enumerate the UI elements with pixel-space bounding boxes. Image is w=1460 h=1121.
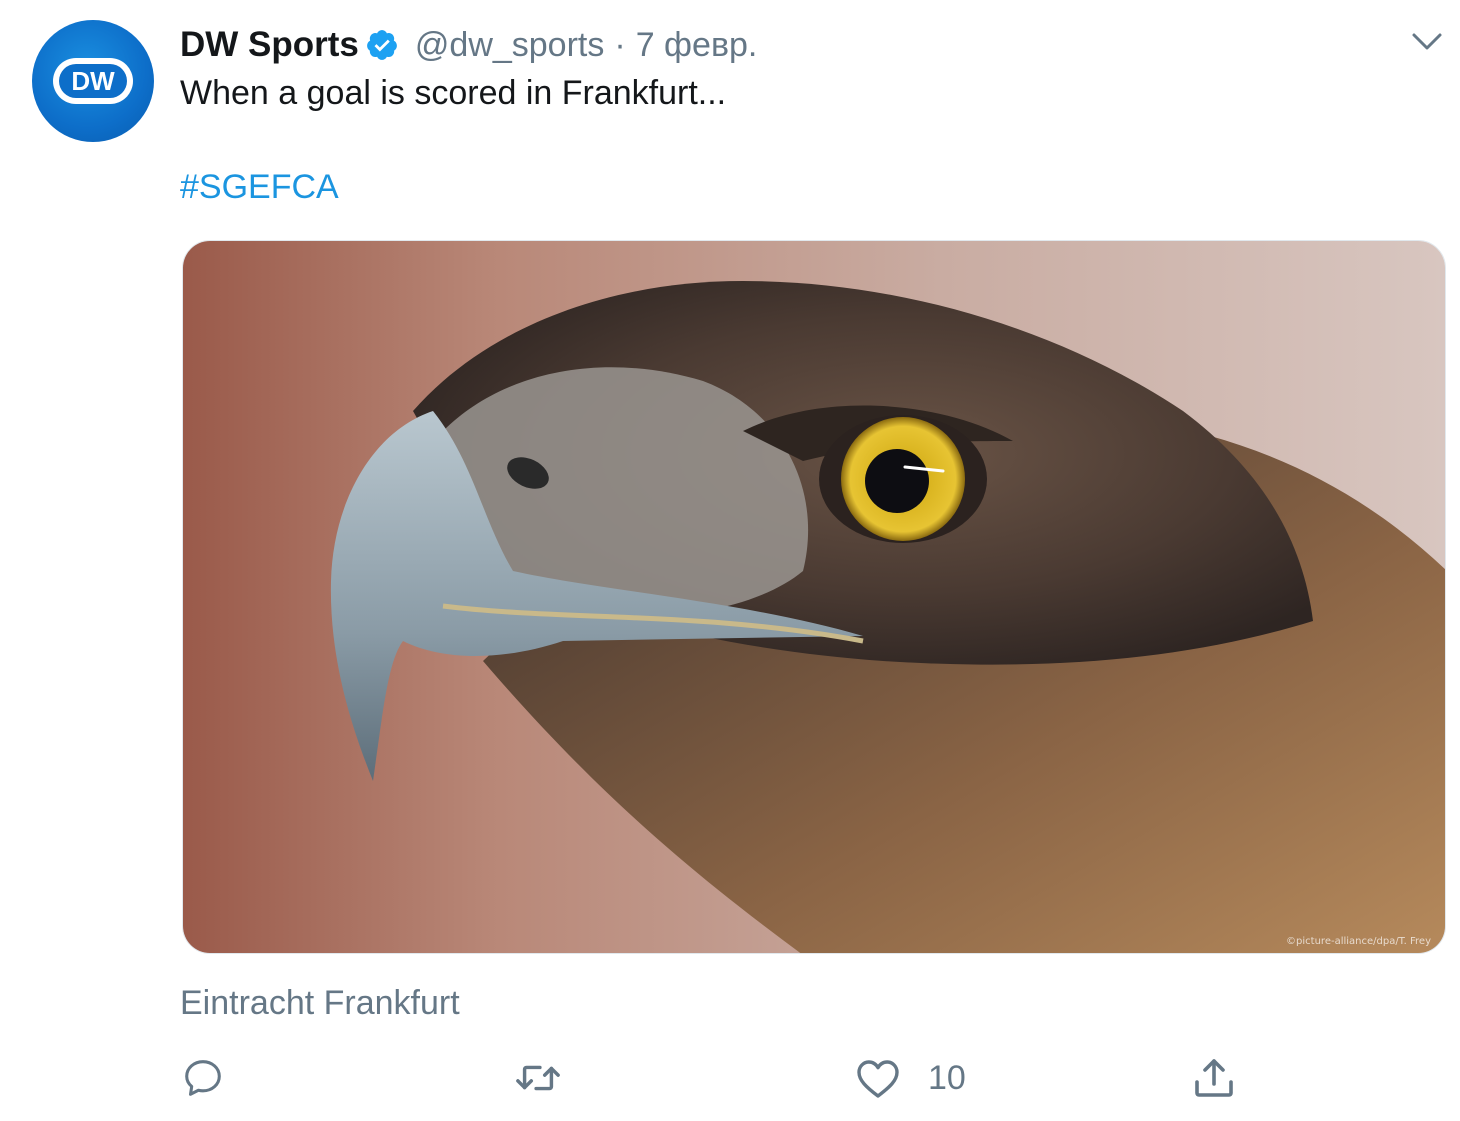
like-button[interactable]: 10	[854, 1050, 966, 1106]
hashtag-link[interactable]: #SGEFCA	[180, 168, 339, 207]
reply-button[interactable]	[180, 1050, 252, 1106]
avatar[interactable]: DW	[32, 20, 154, 142]
svg-text:DW: DW	[71, 66, 115, 96]
tweet-image[interactable]: ©picture-alliance/dpa/T. Frey	[182, 240, 1446, 954]
eagle-image	[183, 241, 1445, 953]
tweet-date[interactable]: 7 февр.	[636, 26, 758, 65]
dw-logo-icon: DW	[53, 58, 133, 104]
caret-down-icon[interactable]	[1402, 22, 1452, 62]
retweet-button[interactable]	[512, 1050, 590, 1106]
reply-icon	[185, 1060, 221, 1096]
display-name[interactable]: DW Sports	[180, 25, 359, 65]
photo-credit: ©picture-alliance/dpa/T. Frey	[1286, 936, 1431, 947]
handle[interactable]: @dw_sports	[415, 26, 604, 65]
topic-label[interactable]: Eintracht Frankfurt	[180, 984, 460, 1023]
retweet-icon	[516, 1065, 560, 1091]
like-icon	[857, 1060, 899, 1098]
share-button[interactable]	[1190, 1050, 1264, 1106]
separator-dot: ·	[614, 25, 626, 64]
verified-icon	[365, 28, 399, 62]
tweet-text: When a goal is scored in Frankfurt...	[180, 74, 727, 112]
tweet-card[interactable]: DW DW Sports @dw_sports · 7 февр. When a…	[0, 0, 1460, 1121]
tweet-actions: 10	[0, 1050, 1460, 1110]
tweet-header: DW Sports @dw_sports · 7 февр.	[180, 20, 757, 70]
like-count: 10	[928, 1058, 966, 1097]
share-icon	[1195, 1059, 1233, 1097]
